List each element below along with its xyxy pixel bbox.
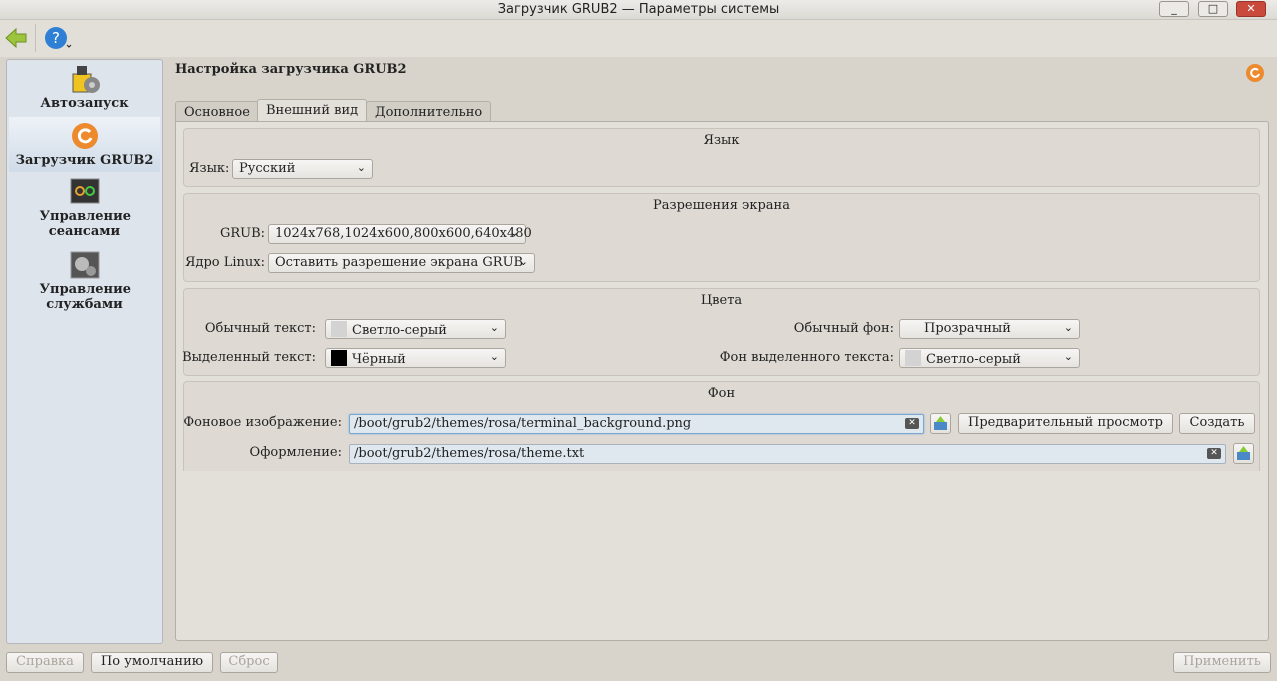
reset-button[interactable]: Сброс [220, 652, 278, 673]
tab-basic[interactable]: Основное [175, 101, 259, 122]
bg-image-input[interactable]: /boot/grub2/themes/rosa/terminal_backgro… [349, 414, 924, 434]
normal-text-select[interactable]: Светло-серый ⌄ [325, 319, 506, 339]
folder-upload-icon [934, 416, 947, 430]
linux-resolution-label: Ядро Linux: [184, 255, 265, 270]
select-value: 1024x768,1024x600,800x600,640x480 [275, 226, 532, 241]
grub-icon [1246, 64, 1264, 82]
group-title: Разрешения экрана [653, 198, 790, 213]
chevron-down-icon: ⌄ [489, 350, 499, 363]
color-swatch [331, 350, 347, 366]
sidebar: Автозапуск Загрузчик GRUB2 Управление се… [6, 59, 163, 644]
input-value: /boot/grub2/themes/rosa/theme.txt [354, 446, 585, 461]
language-select[interactable]: Русский ⌄ [232, 159, 373, 179]
sidebar-item-sessions[interactable]: Управление сеансами [9, 177, 160, 239]
chevron-down-icon: ⌄ [518, 255, 528, 268]
select-value: Чёрный [352, 352, 406, 367]
session-icon [70, 178, 99, 204]
select-value: Русский [239, 161, 296, 176]
resolution-group: Разрешения экрана GRUB: 1024x768,1024x60… [183, 193, 1260, 282]
hl-bg-label: Фон выделенного текста: [719, 350, 894, 365]
sidebar-item-label: Загрузчик GRUB2 [15, 153, 154, 168]
background-group: Фон Фоновое изображение: /boot/grub2/the… [183, 381, 1260, 471]
select-value: Светло-серый [352, 323, 447, 338]
group-title: Фон [707, 386, 736, 401]
toolbar: ? [0, 20, 1277, 57]
browse-theme-button[interactable] [1233, 443, 1254, 464]
theme-input[interactable]: /boot/grub2/themes/rosa/theme.txt ✕ [349, 444, 1226, 464]
defaults-button[interactable]: По умолчанию [91, 652, 213, 673]
chevron-down-icon: ⌄ [1063, 350, 1073, 363]
language-group: Язык Язык: Русский ⌄ [183, 128, 1260, 187]
grub-resolution-label: GRUB: [219, 226, 265, 241]
browse-image-button[interactable] [930, 413, 951, 434]
arrow-left-icon[interactable] [4, 26, 28, 50]
create-button[interactable]: Создать [1179, 413, 1255, 434]
normal-bg-select[interactable]: Прозрачный ⌄ [899, 319, 1080, 339]
minimize-button[interactable]: _ [1159, 1, 1189, 17]
color-swatch [331, 321, 347, 337]
sidebar-item-grub2[interactable]: Загрузчик GRUB2 [9, 117, 160, 172]
chevron-down-icon: ⌄ [1063, 321, 1073, 334]
hl-text-label: Выделенный текст: [182, 350, 316, 365]
title-bar: Загрузчик GRUB2 — Параметры системы [0, 0, 1277, 20]
clear-icon[interactable]: ✕ [905, 418, 919, 429]
tab-panel: Язык Язык: Русский ⌄ Разрешения экрана GR… [175, 121, 1269, 641]
window-title: Загрузчик GRUB2 — Параметры системы [497, 2, 780, 17]
maximize-button[interactable]: □ [1198, 1, 1228, 17]
preview-button[interactable]: Предварительный просмотр [958, 413, 1173, 434]
select-value: Светло-серый [926, 352, 1021, 367]
language-label: Язык: [189, 161, 230, 176]
clear-icon[interactable]: ✕ [1207, 448, 1221, 459]
apply-button[interactable]: Применить [1173, 652, 1271, 673]
grub-icon [71, 123, 98, 149]
group-title: Цвета [700, 293, 743, 308]
chevron-down-icon: ⌄ [509, 226, 519, 239]
autostart-icon [72, 66, 100, 93]
hl-text-select[interactable]: Чёрный ⌄ [325, 348, 506, 368]
theme-label: Оформление: [249, 445, 342, 460]
grub-resolution-select[interactable]: 1024x768,1024x600,800x600,640x480 ⌄ [268, 224, 532, 244]
group-title: Язык [703, 133, 740, 148]
colors-group: Цвета Обычный текст: Светло-серый ⌄ Выдел… [182, 288, 1260, 376]
help-button[interactable]: Справка [6, 652, 84, 673]
hl-bg-select[interactable]: Светло-серый ⌄ [899, 348, 1080, 368]
bg-image-label: Фоновое изображение: [183, 415, 342, 430]
chevron-down-icon: ⌄ [356, 161, 366, 174]
chevron-down-icon: ⌄ [489, 321, 499, 334]
normal-bg-label: Обычный фон: [793, 321, 894, 336]
color-swatch [905, 350, 921, 366]
linux-resolution-select[interactable]: Оставить разрешение экрана GRUB ⌄ [268, 253, 535, 273]
page-title: Настройка загрузчика GRUB2 [175, 62, 407, 77]
sidebar-item-autostart[interactable]: Автозапуск [9, 64, 160, 111]
select-value: Оставить разрешение экрана GRUB [275, 255, 524, 270]
services-icon [70, 251, 99, 279]
tab-appearance[interactable]: Внешний вид [257, 99, 368, 122]
tab-advanced[interactable]: Дополнительно [366, 101, 492, 122]
input-value: /boot/grub2/themes/rosa/terminal_backgro… [354, 416, 692, 431]
svg-text:?: ? [52, 29, 60, 47]
normal-text-label: Обычный текст: [204, 321, 316, 336]
help-icon[interactable]: ? [44, 25, 74, 51]
folder-upload-icon [1237, 446, 1250, 460]
sidebar-item-label: Управление службами [39, 282, 131, 312]
sidebar-item-services[interactable]: Управление службами [9, 250, 160, 312]
close-button[interactable]: ✕ [1236, 1, 1266, 17]
select-value: Прозрачный [924, 321, 1011, 336]
sidebar-item-label: Управление сеансами [39, 209, 131, 239]
sidebar-item-label: Автозапуск [40, 96, 129, 111]
